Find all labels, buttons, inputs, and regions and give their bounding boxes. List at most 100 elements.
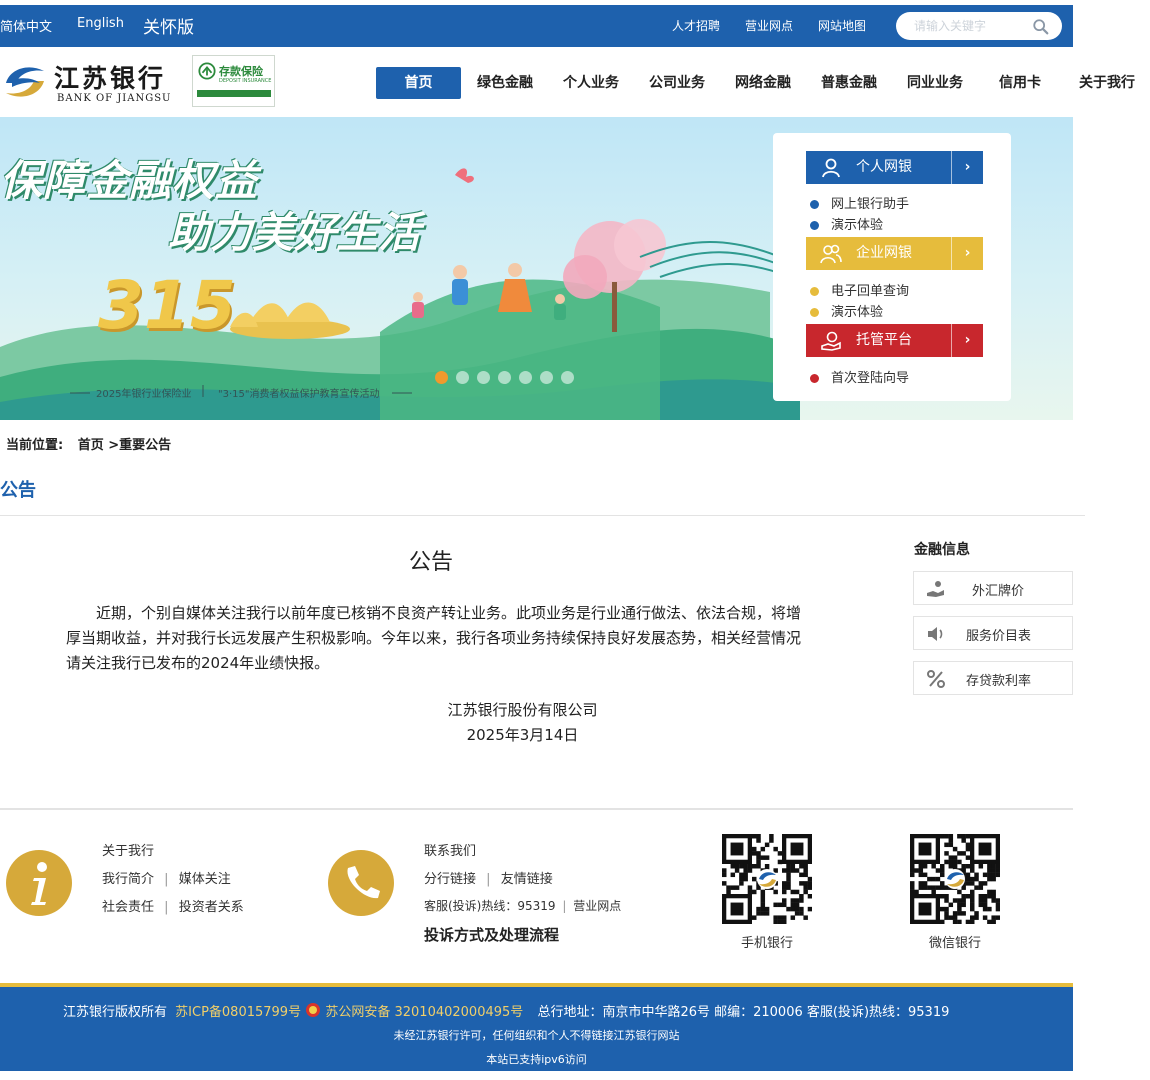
- carousel-dot[interactable]: [540, 371, 553, 384]
- footer-social-responsibility-link[interactable]: 社会责任: [102, 900, 154, 915]
- info-icon: [6, 850, 72, 916]
- carousel-dot[interactable]: [519, 371, 532, 384]
- nav-corporate[interactable]: 公司业务: [642, 67, 712, 99]
- custody-platform-button[interactable]: 托管平台 ›: [806, 324, 983, 357]
- online-banking-panel: 个人网银 › 网上银行助手 演示体验 企业网银 › 电子回单查询 演示体验 托管…: [773, 133, 1011, 401]
- first-login-guide-link[interactable]: 首次登陆向导: [831, 367, 909, 386]
- carousel-dot[interactable]: [435, 371, 448, 384]
- bank-logo[interactable]: 江苏银行 BANK OF JIANGSU: [2, 57, 192, 107]
- info-glyph: [31, 862, 47, 905]
- breadcrumb-path[interactable]: 首页 >重要公告: [78, 438, 171, 453]
- ipv6-notice: 本站已支持ipv6访问: [486, 1053, 587, 1066]
- search-box: [896, 12, 1062, 40]
- wechat-banking-label: 微信银行: [928, 936, 981, 951]
- footer-media-link[interactable]: 媒体关注: [179, 872, 231, 887]
- top-utility-bar: 简体中文 English 关怀版 人才招聘 营业网点 网站地图: [0, 5, 1073, 47]
- careers-link[interactable]: 人才招聘: [672, 17, 720, 34]
- lang-english-link[interactable]: English: [77, 16, 124, 31]
- footer-branch-links[interactable]: 分行链接: [424, 872, 476, 887]
- bank-name-cn: 江苏银行: [54, 64, 167, 93]
- interest-rates-link[interactable]: 存贷款利率: [913, 661, 1073, 695]
- article-title: 公告: [409, 550, 454, 575]
- nav-interbank[interactable]: 同业业务: [900, 67, 970, 99]
- article-body: 近期，个别自媒体关注我行以前年度已核销不良资产转让业务。此项业务是行业通行做法、…: [66, 604, 802, 672]
- nav-home[interactable]: 首页: [376, 67, 461, 99]
- copyright-bar: 江苏银行版权所有 苏ICP备08015799号 苏公网安备 3201040200…: [0, 983, 1073, 1071]
- banner-title-line2: 助力美好生活: [168, 208, 421, 257]
- footer-branches-link[interactable]: 营业网点: [573, 899, 621, 913]
- nav-about-us[interactable]: 关于我行: [1072, 67, 1142, 99]
- deposit-insurance-bar: [197, 90, 271, 97]
- nav-green-finance[interactable]: 绿色金融: [470, 67, 540, 99]
- footer-about-row1: 我行简介 | 媒体关注: [102, 868, 231, 887]
- banner-number: 315: [98, 267, 236, 344]
- carousel-dot[interactable]: [477, 371, 490, 384]
- service-price-list-link[interactable]: 服务价目表: [913, 616, 1073, 650]
- deposit-insurance-en: DEPOSIT INSURANCE: [219, 78, 272, 84]
- person-icon: [822, 158, 840, 178]
- search-input[interactable]: [914, 16, 1032, 36]
- divider: [0, 515, 1085, 516]
- phone-glyph: [347, 866, 380, 899]
- carousel-dots: [435, 369, 582, 384]
- exchange-rates-label: 外汇牌价: [972, 584, 1025, 599]
- banner-footer-left: 2025年银行业保险业: [96, 389, 192, 400]
- bullet-dot: [810, 287, 819, 296]
- bullet-dot: [810, 200, 819, 209]
- carousel-dot[interactable]: [498, 371, 511, 384]
- corporate-banking-button[interactable]: 企业网银 ›: [806, 237, 983, 270]
- footer-about-title[interactable]: 关于我行: [102, 840, 154, 859]
- users-icon: [820, 244, 842, 264]
- branches-link[interactable]: 营业网点: [745, 17, 793, 34]
- icp-link[interactable]: 苏ICP备08015799号: [175, 1005, 301, 1020]
- head-office-address: 总行地址：南京市中华路26号 邮编：210006 客服(投诉)热线：95319: [537, 1005, 950, 1020]
- bank-name-en: BANK OF JIANGSU: [57, 93, 172, 104]
- chevron-right-icon: ›: [951, 237, 983, 270]
- chevron-right-icon: ›: [951, 324, 983, 357]
- mobile-banking-label: 手机银行: [740, 936, 793, 951]
- separator: |: [562, 899, 567, 913]
- section-title: 公告: [0, 480, 36, 501]
- nav-personal[interactable]: 个人业务: [556, 67, 626, 99]
- bank-logo-icon: [6, 67, 44, 97]
- custody-platform-label: 托管平台: [856, 332, 912, 348]
- footer-contact-row1: 分行链接 | 友情链接: [424, 868, 553, 887]
- qr-code-image: [910, 834, 1001, 925]
- online-banking-assistant-link[interactable]: 网上银行助手: [831, 193, 909, 212]
- divider: [0, 808, 1073, 810]
- care-mode-link[interactable]: 关怀版: [143, 13, 194, 38]
- nav-inclusive-finance[interactable]: 普惠金融: [814, 67, 884, 99]
- footer-investor-relations-link[interactable]: 投资者关系: [179, 900, 244, 915]
- footer-bank-intro-link[interactable]: 我行简介: [102, 872, 154, 887]
- carousel-dot[interactable]: [456, 371, 469, 384]
- search-icon[interactable]: [1032, 18, 1050, 36]
- deposit-insurance-badge[interactable]: 存款保险 DEPOSIT INSURANCE: [192, 55, 275, 107]
- deposit-insurance-cn: 存款保险: [219, 65, 263, 78]
- hero-banner[interactable]: 保障金融权益 助力美好生活 315 2025年银行业保险业 "3·15"消费者权…: [0, 117, 1073, 420]
- speaker-icon: [928, 627, 943, 641]
- footer-contact-row2: 客服(投诉)热线：95319 | 营业网点: [424, 897, 621, 914]
- footer-about-row2: 社会责任 | 投资者关系: [102, 896, 244, 915]
- footer-friend-links[interactable]: 友情链接: [501, 872, 553, 887]
- qr-code-image: [722, 834, 813, 925]
- footer-contact-title[interactable]: 联系我们: [424, 840, 476, 859]
- phone-icon: [328, 850, 394, 916]
- police-record-link[interactable]: 苏公网安备 32010402000495号: [325, 1005, 523, 1020]
- copyright-line: 江苏银行版权所有 苏ICP备08015799号 苏公网安备 3201040200…: [63, 1001, 949, 1020]
- corporate-demo-link[interactable]: 演示体验: [831, 301, 883, 320]
- copyright-text: 江苏银行版权所有: [63, 1005, 168, 1020]
- nav-online-finance[interactable]: 网络金融: [728, 67, 798, 99]
- hand-coin-icon: [821, 331, 841, 351]
- footer-hotline: 客服(投诉)热线：95319: [424, 899, 556, 913]
- personal-banking-button[interactable]: 个人网银 ›: [806, 151, 983, 184]
- personal-demo-link[interactable]: 演示体验: [831, 214, 883, 233]
- percent-icon: [927, 670, 945, 688]
- e-receipt-query-link[interactable]: 电子回单查询: [831, 280, 909, 299]
- lang-simplified-chinese-link[interactable]: 简体中文: [0, 16, 52, 35]
- exchange-rates-link[interactable]: 外汇牌价: [913, 571, 1073, 605]
- sitemap-link[interactable]: 网站地图: [818, 17, 866, 34]
- separator: |: [486, 872, 491, 887]
- footer-complaint-link[interactable]: 投诉方式及处理流程: [424, 924, 559, 945]
- carousel-dot[interactable]: [561, 371, 574, 384]
- nav-credit-card[interactable]: 信用卡: [990, 67, 1050, 99]
